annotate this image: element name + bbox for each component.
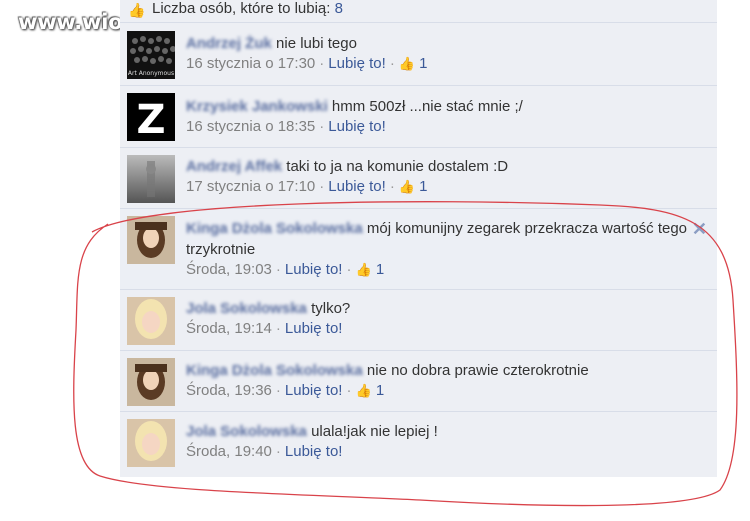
annotation-circle	[73, 201, 738, 507]
